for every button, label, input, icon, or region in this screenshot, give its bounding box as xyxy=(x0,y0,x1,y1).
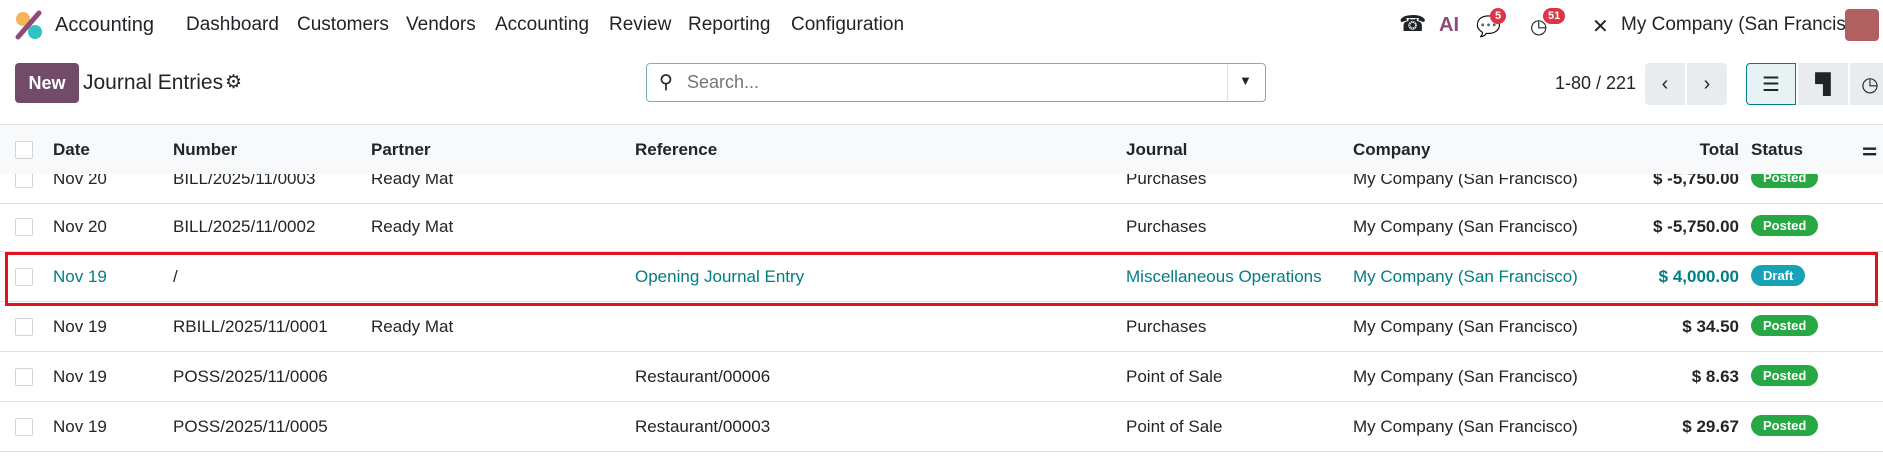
optional-columns-icon[interactable]: ⚌ xyxy=(1862,140,1877,160)
row-partner: Ready Mat xyxy=(371,317,454,336)
chat-badge: 5 xyxy=(1490,8,1507,24)
highlight-box xyxy=(5,252,1878,306)
app-name[interactable]: Accounting xyxy=(55,14,154,37)
row-number: RBILL/2025/11/0001 xyxy=(173,317,328,336)
new-button[interactable]: New xyxy=(15,63,79,103)
page-title: Journal Entries xyxy=(83,71,224,94)
activity-badge: 51 xyxy=(1543,8,1566,24)
company-switcher[interactable]: My Company (San Francisco) xyxy=(1621,14,1872,36)
table-row[interactable]: Nov 19 RBILL/2025/11/0001 Ready Mat Purchas… xyxy=(0,302,1883,352)
row-partner: Ready Mat xyxy=(371,217,454,236)
row-number: POSS/2025/11/0006 xyxy=(173,367,328,386)
table-row[interactable]: Nov 20 BILL/2025/11/0002 Ready Mat Purchase… xyxy=(0,202,1883,252)
table-header: Date Number Partner Reference Journal Co… xyxy=(0,124,1883,174)
row-company: My Company (San Francisco) xyxy=(1353,367,1578,386)
row-company: My Company (San Francisco) xyxy=(1353,217,1578,236)
search-bar[interactable]: ⚲ ▼ xyxy=(646,63,1266,102)
tools-icon[interactable]: ✕ xyxy=(1592,14,1609,39)
row-checkbox[interactable] xyxy=(15,318,33,336)
row-checkbox[interactable] xyxy=(15,368,33,386)
col-date[interactable]: Date xyxy=(53,140,90,160)
row-number: BILL/2025/11/0002 xyxy=(173,217,316,236)
select-all-checkbox[interactable] xyxy=(15,141,33,159)
list-view-button[interactable]: ☰ xyxy=(1746,63,1796,105)
col-journal[interactable]: Journal xyxy=(1126,140,1187,160)
status-badge: Posted xyxy=(1751,365,1819,386)
phone-icon[interactable]: ☎ xyxy=(1399,11,1426,37)
menu-reporting[interactable]: Reporting xyxy=(688,14,770,36)
row-date: Nov 19 xyxy=(53,317,107,336)
col-number[interactable]: Number xyxy=(173,140,237,160)
row-total: $ 34.50 xyxy=(1682,317,1739,336)
table-row[interactable]: Nov 19 POSS/2025/11/0005 Restaurant/00003 P… xyxy=(0,402,1883,452)
menu-vendors[interactable]: Vendors xyxy=(406,14,476,36)
row-journal: Point of Sale xyxy=(1126,367,1223,386)
search-dropdown-toggle[interactable]: ▼ xyxy=(1239,73,1252,88)
row-journal: Purchases xyxy=(1126,217,1207,236)
ai-icon[interactable]: AI xyxy=(1439,14,1459,37)
col-reference[interactable]: Reference xyxy=(635,140,717,160)
col-company[interactable]: Company xyxy=(1353,140,1430,160)
row-journal: Point of Sale xyxy=(1126,417,1223,436)
menu-configuration[interactable]: Configuration xyxy=(791,14,904,36)
row-total: $ -5,750.00 xyxy=(1652,217,1739,236)
col-total[interactable]: Total xyxy=(1700,140,1739,160)
menu-accounting[interactable]: Accounting xyxy=(495,14,589,36)
table-row[interactable]: Nov 19 POSS/2025/11/0006 Restaurant/00006 P… xyxy=(0,352,1883,402)
row-checkbox[interactable] xyxy=(15,418,33,436)
row-number: POSS/2025/11/0005 xyxy=(173,417,328,436)
menu-dashboard[interactable]: Dashboard xyxy=(186,14,279,36)
search-input[interactable] xyxy=(687,70,1207,95)
pager-prev-button[interactable]: ‹ xyxy=(1645,63,1685,105)
row-total: $ 8.63 xyxy=(1691,367,1739,386)
status-badge: Posted xyxy=(1751,415,1819,436)
top-navbar: Accounting Dashboard Customers Vendors A… xyxy=(0,0,1883,50)
row-journal: Purchases xyxy=(1126,317,1207,336)
status-badge: Posted xyxy=(1751,315,1819,336)
kanban-view-button[interactable]: ▜ xyxy=(1798,63,1848,105)
pager-next-button[interactable]: › xyxy=(1687,63,1727,105)
activity-view-button[interactable]: ◷ xyxy=(1850,63,1883,105)
row-company: My Company (San Francisco) xyxy=(1353,417,1578,436)
col-partner[interactable]: Partner xyxy=(371,140,431,160)
menu-review[interactable]: Review xyxy=(609,14,671,36)
col-status[interactable]: Status xyxy=(1751,140,1803,160)
menu-customers[interactable]: Customers xyxy=(297,14,389,36)
gear-icon[interactable]: ⚙ xyxy=(225,71,242,94)
row-reference: Restaurant/00003 xyxy=(635,417,771,436)
status-badge: Posted xyxy=(1751,215,1819,236)
pager-value[interactable]: 1-80 / 221 xyxy=(1555,73,1636,94)
avatar[interactable] xyxy=(1845,9,1879,41)
row-checkbox[interactable] xyxy=(15,218,33,236)
row-total: $ 29.67 xyxy=(1682,417,1739,436)
row-date: Nov 19 xyxy=(53,417,107,436)
row-date: Nov 19 xyxy=(53,367,107,386)
row-company: My Company (San Francisco) xyxy=(1353,317,1578,336)
row-reference: Restaurant/00006 xyxy=(635,367,771,386)
search-icon: ⚲ xyxy=(659,72,673,93)
accounting-logo-icon[interactable] xyxy=(14,10,44,40)
row-date: Nov 20 xyxy=(53,217,107,236)
